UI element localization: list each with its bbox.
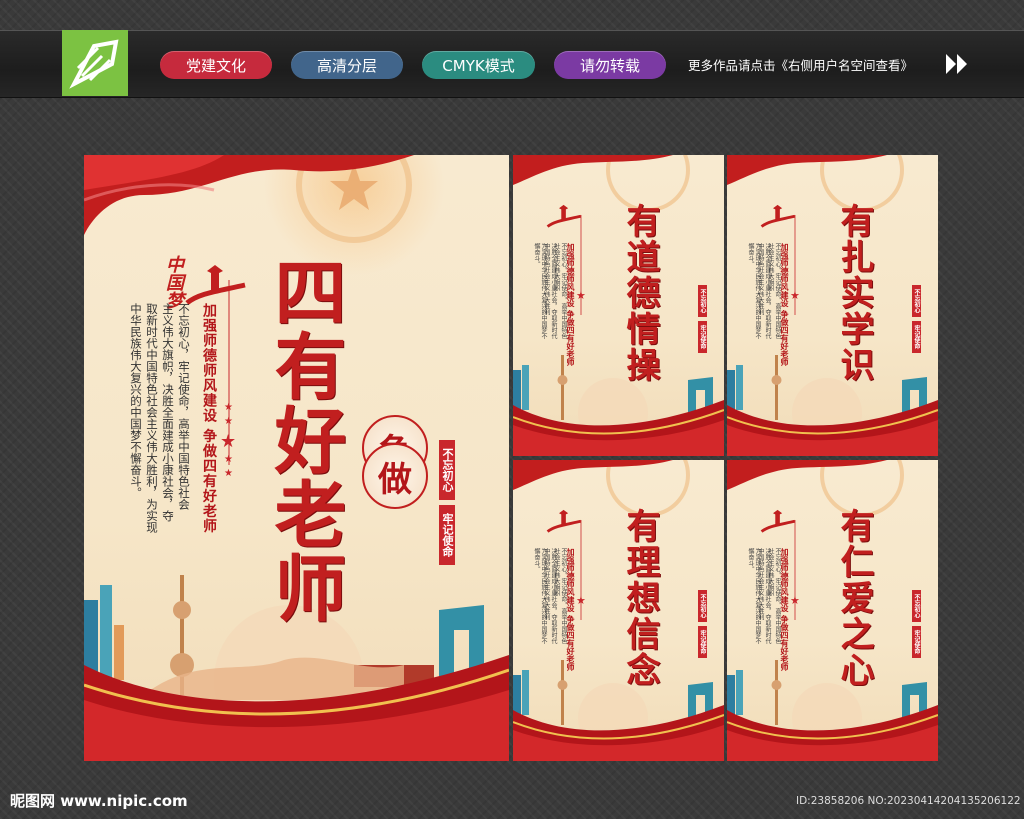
seal-keep-mission: 牢记使命 (698, 626, 707, 658)
main-body-2: 主义伟大旗帜，决胜全面建成小康社会，夺 (161, 303, 175, 522)
star-icon: ★ (224, 402, 233, 413)
poster-benevolence: 有仁爱之心 加强师德师风建设 争做四有好老师 不忘初心，牢记使命，高举中国特色社… (727, 460, 938, 761)
star-icon: ★ (576, 594, 586, 607)
main-subtitle: 加强师德师风建设 争做四有好老师 (201, 303, 217, 534)
poster-body-3: 为实现中华民族伟大复兴的中国梦不懈奋斗。 (747, 548, 761, 644)
poster-knowledge: 有扎实学识 加强师德师风建设 争做四有好老师 不忘初心，牢记使命，高举中国特色社… (727, 155, 938, 456)
seal-keep-mission: 牢记使命 (912, 626, 921, 658)
image-id: ID:23858206 NO:20230414204135206122 (796, 795, 1021, 807)
main-title: 四有好老师 (262, 255, 347, 625)
poster-subtitle: 加强师德师风建设 争做四有好老师 (566, 243, 576, 366)
poster-subtitle: 加强师德师风建设 争做四有好老师 (780, 548, 790, 671)
main-poster: 中国梦 四有好老师 争 做 不忘初心 牢记使命 加强师德师风建设 争做四有好老师… (84, 155, 509, 761)
pavilion-brush-icon (760, 204, 796, 228)
seal-remember-origin: 不忘初心 (912, 285, 921, 317)
tag-no-repost[interactable]: 请勿转载 (554, 51, 666, 79)
main-body-1: 不忘初心，牢记使命，高举中国特色社会 (177, 303, 191, 510)
zuo-badge: 做 (362, 443, 428, 509)
pavilion-brush-icon (760, 509, 796, 533)
tag-cmyk[interactable]: CMYK模式 (422, 51, 535, 79)
brand-logo[interactable] (62, 30, 128, 96)
top-note[interactable]: 更多作品请点击《右侧用户名空间查看》 (688, 55, 913, 74)
poster-body-3: 为实现中华民族伟大复兴的中国梦不懈奋斗。 (747, 243, 761, 339)
poster-title: 有道德情操 (620, 203, 660, 383)
double-arrow-icon[interactable] (944, 52, 972, 76)
star-icon: ★ (790, 594, 800, 607)
poster-title: 有扎实学识 (834, 203, 874, 383)
seal-remember-origin: 不忘初心 (912, 590, 921, 622)
seal-keep-mission: 牢记使命 (698, 321, 707, 353)
star-icon: ★ (220, 431, 237, 452)
star-icon: ★ (224, 468, 233, 479)
main-body-3: 取新时代中国特色社会主义伟大胜利，为实现 (145, 303, 159, 533)
poster-title: 有理想信念 (620, 508, 660, 688)
star-icon: ★ (790, 289, 800, 302)
seal-keep-mission: 牢记使命 (439, 505, 455, 565)
poster-body-3: 为实现中华民族伟大复兴的中国梦不懈奋斗。 (533, 548, 547, 644)
star-icon: ★ (224, 416, 233, 427)
star-icon: ★ (224, 454, 233, 465)
poster-subtitle: 加强师德师风建设 争做四有好老师 (566, 548, 576, 671)
seal-keep-mission: 牢记使命 (912, 321, 921, 353)
tag-hd-layers[interactable]: 高清分层 (291, 51, 403, 79)
poster-ideals: 有理想信念 加强师德师风建设 争做四有好老师 不忘初心，牢记使命，高举中国特色社… (513, 460, 724, 761)
pavilion-brush-icon (546, 509, 582, 533)
poster-subtitle: 加强师德师风建设 争做四有好老师 (780, 243, 790, 366)
star-icon: ★ (576, 289, 586, 302)
main-body-4: 中华民族伟大复兴的中国梦不懈奋斗。 (129, 303, 143, 499)
seal-remember-origin: 不忘初心 (439, 440, 455, 500)
seal-remember-origin: 不忘初心 (698, 285, 707, 317)
poster-moral: 有道德情操 加强师德师风建设 争做四有好老师 不忘初心，牢记使命，高举中国特色社… (513, 155, 724, 456)
pavilion-brush-icon (546, 204, 582, 228)
seal-remember-origin: 不忘初心 (698, 590, 707, 622)
pen-nib-icon (69, 39, 119, 89)
site-watermark[interactable]: 昵图网 www.nipic.com (10, 790, 188, 811)
poster-title: 有仁爱之心 (834, 508, 874, 688)
poster-body-3: 为实现中华民族伟大复兴的中国梦不懈奋斗。 (533, 243, 547, 339)
tag-party-culture[interactable]: 党建文化 (160, 51, 272, 79)
